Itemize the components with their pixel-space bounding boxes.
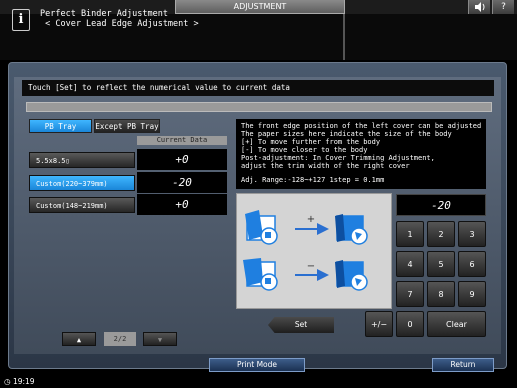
key-0[interactable]: 0 — [396, 311, 424, 337]
book-after-plus-icon — [335, 214, 368, 245]
speaker-icon[interactable] — [468, 0, 490, 14]
return-button[interactable]: Return — [432, 358, 494, 372]
cover-position-illustration: + − — [243, 210, 368, 291]
description-line: The paper sizes here indicate the size o… — [241, 130, 452, 138]
size-button-5.5x8.5[interactable]: 5.5x8.5▯ — [29, 152, 135, 168]
key-9[interactable]: 9 — [458, 281, 486, 307]
description-line: Post-adjustment: In Cover Trimming Adjus… — [241, 154, 435, 162]
tab-pb-tray[interactable]: PB Tray — [29, 119, 92, 133]
page-down-button[interactable]: ▼ — [143, 332, 177, 346]
current-value-5.5x8.5: +0 — [137, 149, 227, 170]
key-3[interactable]: 3 — [458, 221, 486, 247]
entry-display: -20 — [396, 194, 486, 216]
key-6[interactable]: 6 — [458, 251, 486, 277]
description-box: The front edge position of the left cove… — [236, 119, 486, 189]
description-line: [-] To move closer to the body — [241, 146, 368, 154]
key-7[interactable]: 7 — [396, 281, 424, 307]
description-line: The front edge position of the left cove… — [241, 122, 482, 130]
clock-icon: ◷ — [4, 377, 11, 386]
print-mode-button[interactable]: Print Mode — [209, 358, 305, 372]
instruction-text: Touch [Set] to reflect the numerical val… — [22, 80, 494, 96]
key-5[interactable]: 5 — [427, 251, 455, 277]
adjustment-diagram: + − — [236, 193, 392, 309]
set-button[interactable]: Set — [268, 317, 334, 333]
plus-symbol: + — [307, 214, 315, 225]
current-value-custom-220-379: -20 — [137, 172, 227, 193]
status-strip — [26, 102, 492, 112]
description-line: adjust the trim width of the right cover — [241, 162, 410, 170]
clock: ◷ 19:19 — [4, 376, 35, 388]
clear-button[interactable]: Clear — [427, 311, 486, 337]
description-line: [+] To move further from the body — [241, 138, 381, 146]
help-button[interactable]: ? — [492, 0, 514, 14]
adjustment-range: Adj. Range:-128~+127 1step = 0.1mm — [241, 176, 385, 184]
clock-time: 19:19 — [12, 377, 35, 386]
current-data-header: Current Data — [137, 136, 227, 145]
size-button-custom-220-379[interactable]: Custom(220~379mm) — [29, 175, 135, 191]
header-subtitle: < Cover Lead Edge Adjustment > — [40, 19, 199, 29]
screen-title: ADJUSTMENT — [175, 0, 345, 14]
plus-minus-key[interactable]: +/− — [365, 311, 393, 337]
minus-symbol: − — [307, 261, 315, 272]
key-4[interactable]: 4 — [396, 251, 424, 277]
page-up-button[interactable]: ▲ — [62, 332, 96, 346]
key-1[interactable]: 1 — [396, 221, 424, 247]
status-bar — [0, 375, 517, 388]
size-button-custom-148-219[interactable]: Custom(148~219mm) — [29, 197, 135, 213]
book-before-minus-icon — [243, 258, 278, 291]
current-value-custom-148-219: +0 — [137, 194, 227, 215]
header-divider — [343, 14, 345, 60]
page-indicator: 2/2 — [104, 332, 136, 346]
info-icon: i — [12, 9, 30, 31]
book-before-plus-icon — [245, 210, 278, 245]
key-8[interactable]: 8 — [427, 281, 455, 307]
tab-except-pb-tray[interactable]: Except PB Tray — [94, 119, 160, 133]
key-2[interactable]: 2 — [427, 221, 455, 247]
header-title: Perfect Binder Adjustment — [40, 9, 168, 19]
book-after-minus-icon — [335, 260, 368, 291]
